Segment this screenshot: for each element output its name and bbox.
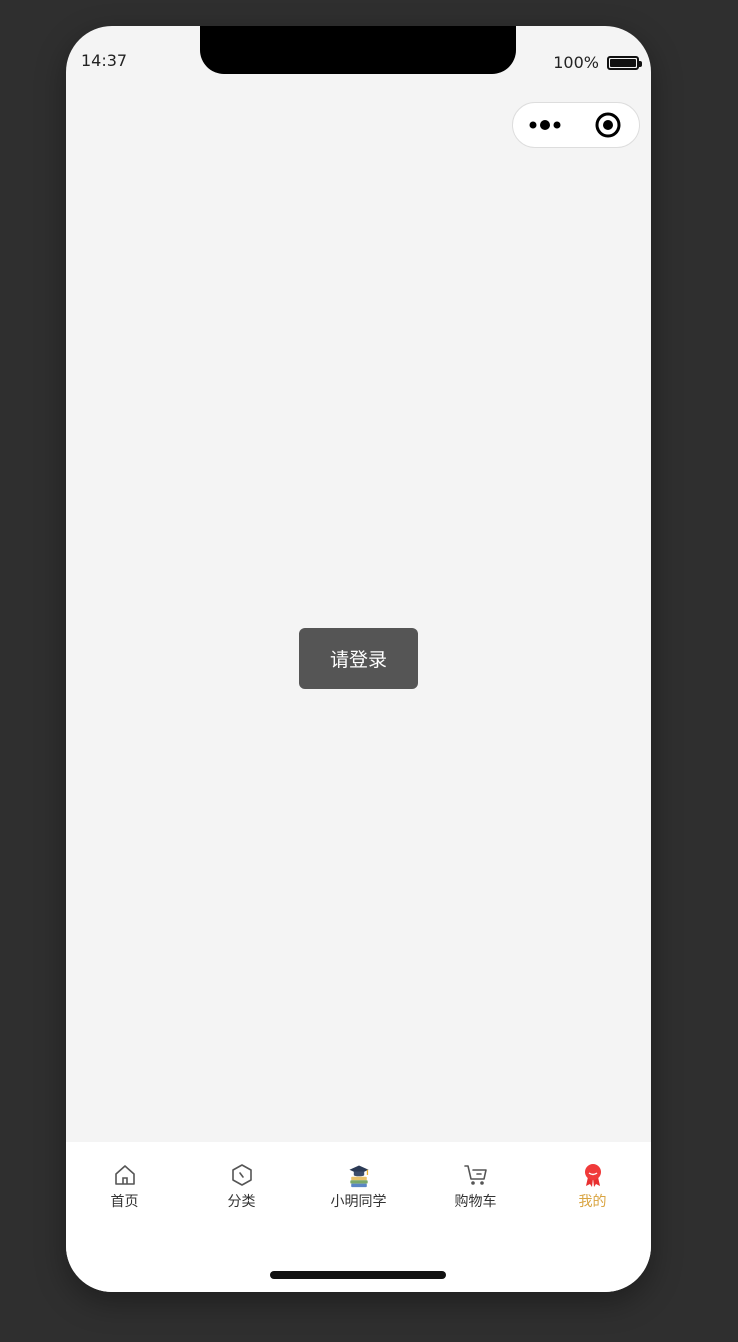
tab-label: 我的: [578, 1194, 607, 1210]
badge-icon: [580, 1162, 606, 1188]
tab-cart[interactable]: 购物车: [417, 1162, 534, 1222]
home-icon: [112, 1162, 138, 1188]
graduation-books-icon: [346, 1162, 372, 1188]
miniprogram-capsule: [512, 102, 640, 148]
tab-label: 分类: [227, 1194, 256, 1210]
home-indicator[interactable]: [270, 1271, 446, 1279]
more-dots-icon: [529, 120, 560, 130]
tab-xiaoming[interactable]: 小明同学: [300, 1162, 417, 1222]
tab-category[interactable]: 分类: [183, 1162, 300, 1222]
battery-icon: [607, 55, 642, 70]
phone-screen: 14:37 100% 请登录 首页 分类 小明同学 购物车 我的: [66, 26, 651, 1292]
tab-label: 小明同学: [330, 1194, 387, 1210]
tab-home[interactable]: 首页: [66, 1162, 183, 1222]
status-right: 100%: [553, 53, 642, 72]
tab-bar: 首页 分类 小明同学 购物车 我的: [66, 1142, 651, 1292]
status-time: 14:37: [81, 51, 128, 70]
category-icon: [229, 1162, 255, 1188]
login-toast: 请登录: [299, 628, 418, 689]
tab-label: 首页: [110, 1194, 139, 1210]
battery-percent: 100%: [553, 53, 599, 72]
notch: [200, 26, 516, 74]
close-miniprogram-button[interactable]: [576, 103, 639, 147]
target-icon: [595, 112, 620, 138]
tab-mine[interactable]: 我的: [534, 1162, 651, 1222]
tab-label: 购物车: [454, 1194, 497, 1210]
more-button[interactable]: [513, 103, 576, 147]
cart-icon: [463, 1162, 489, 1188]
